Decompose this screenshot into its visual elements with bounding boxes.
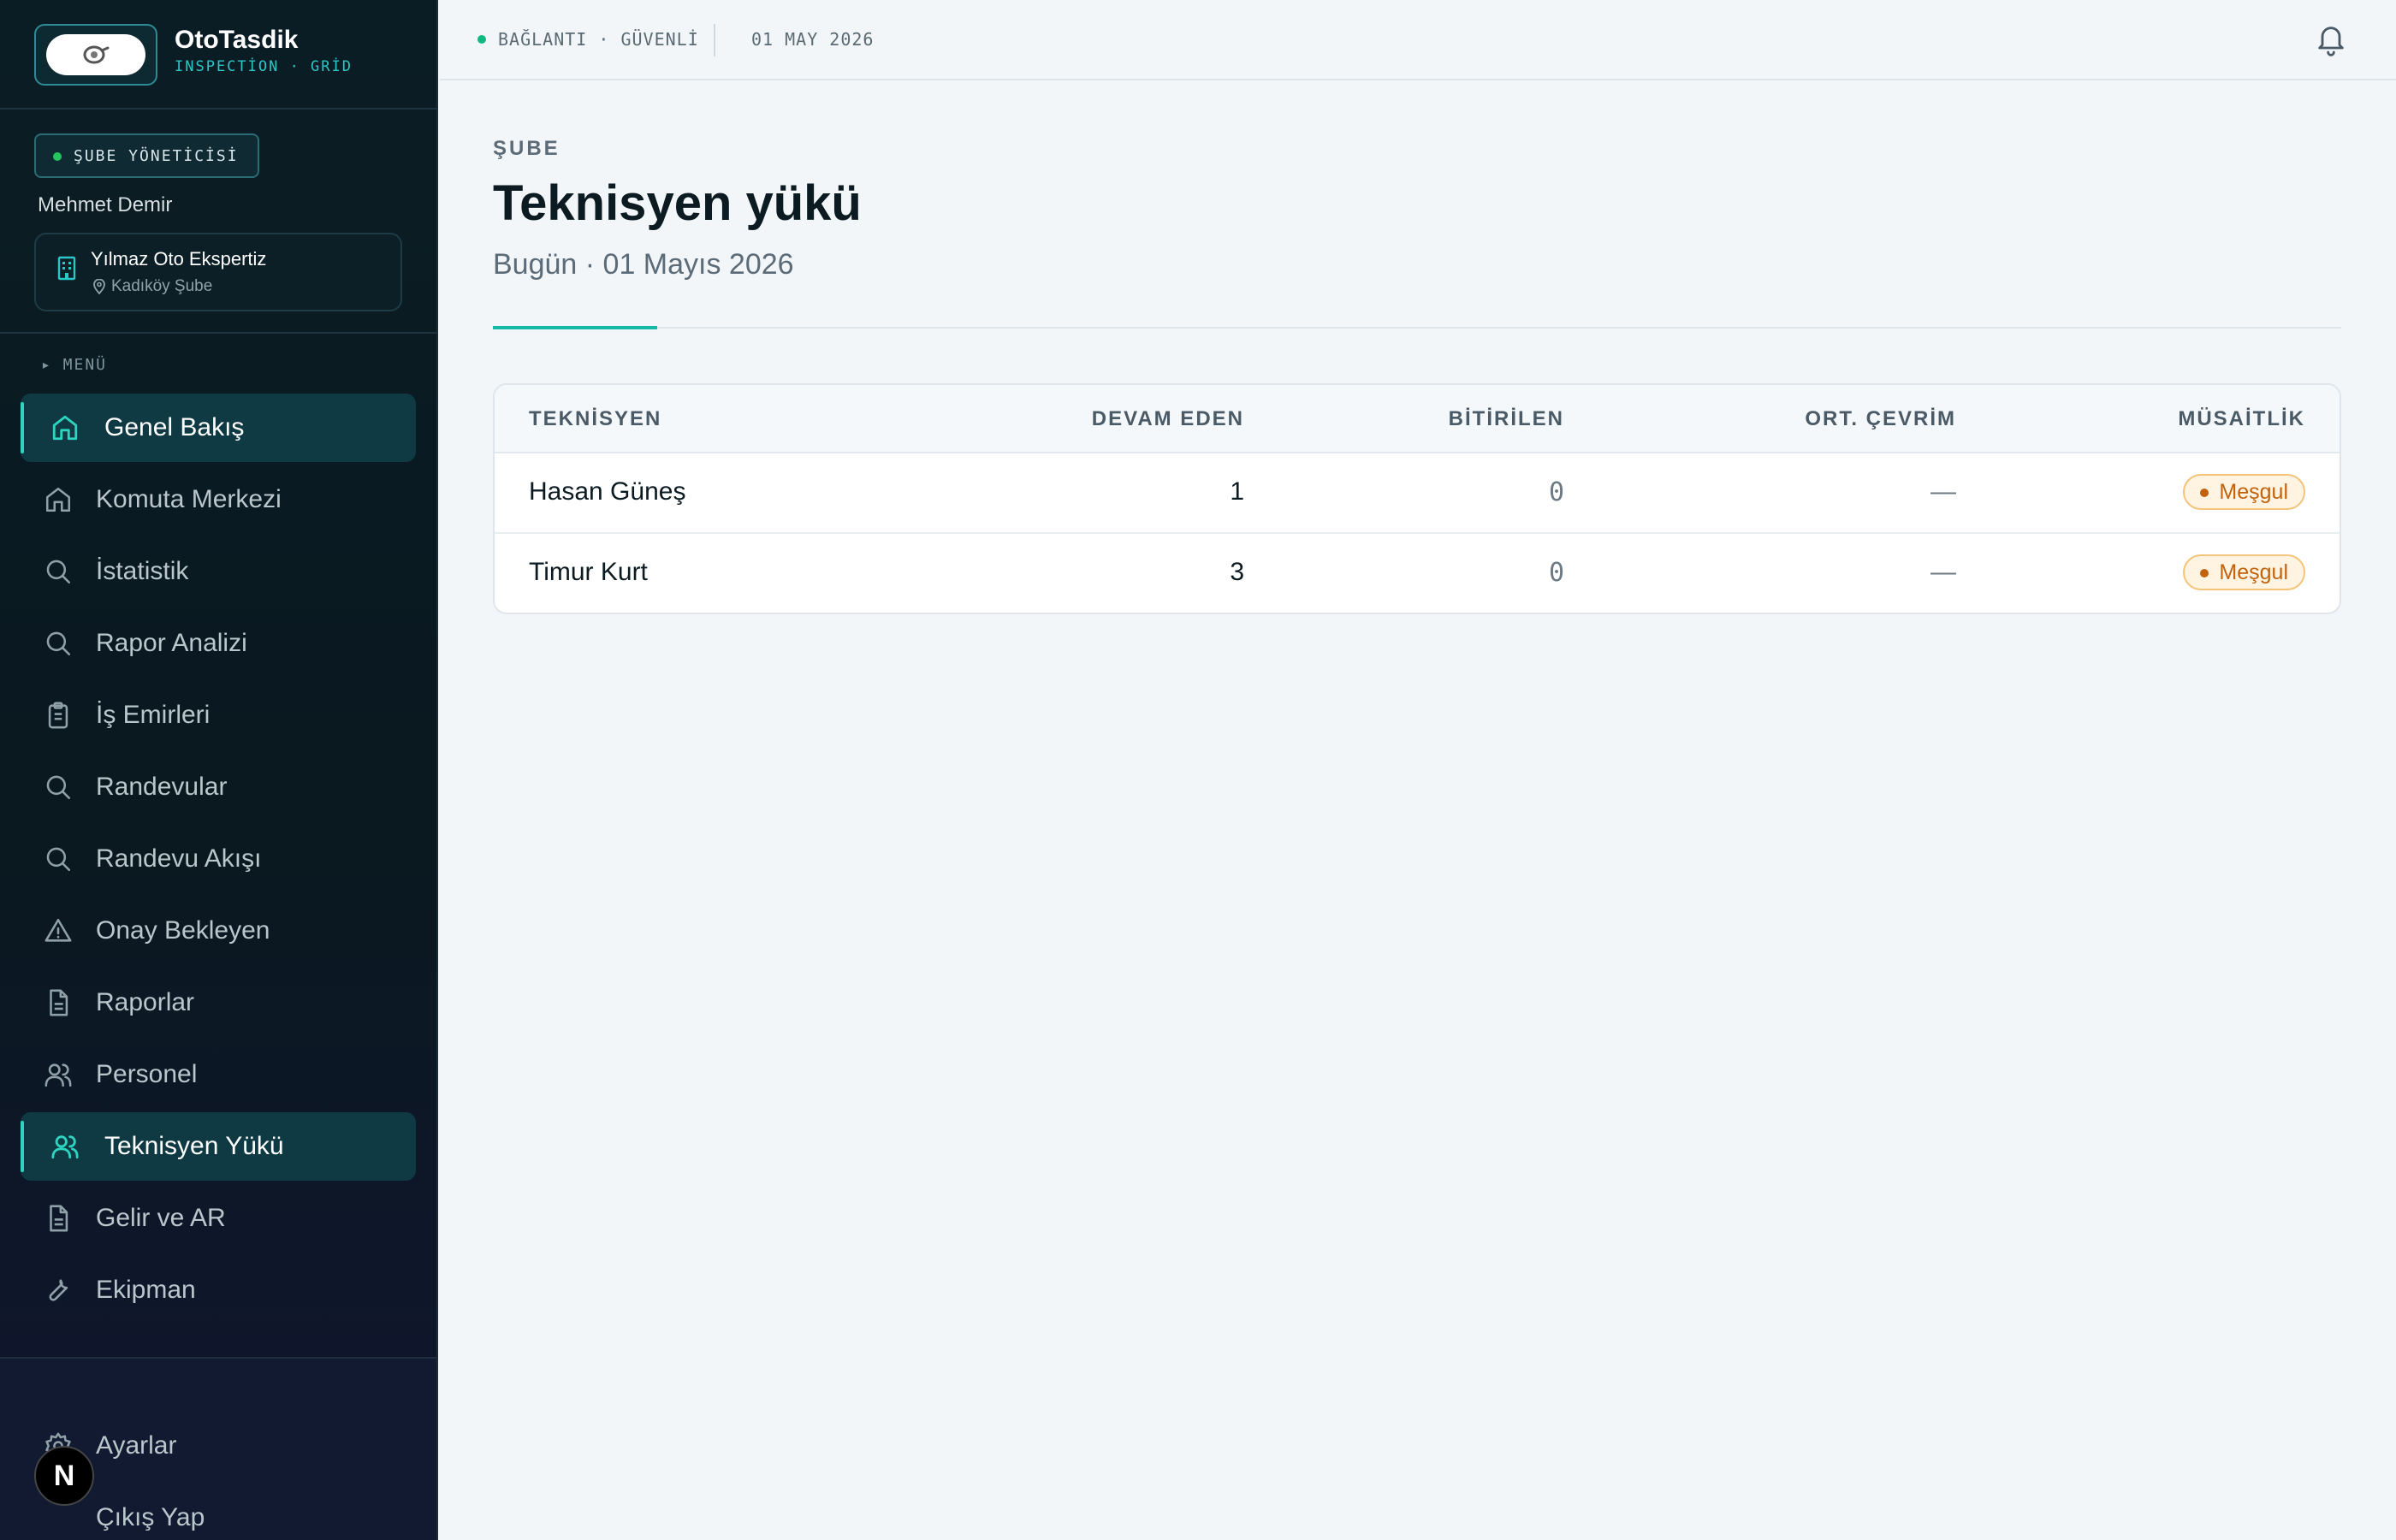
brand-header: OtoTasdik INSPECTİON · GRİD: [0, 0, 436, 110]
role-badge: ŞUBE YÖNETİCİSİ: [34, 133, 259, 178]
finished-count: 0: [1548, 558, 1564, 588]
status-dot: [477, 35, 486, 44]
topbar: BAĞLANTI · GÜVENLİ 01 MAY 2026: [440, 0, 2396, 80]
menu-label: ▸ MENÜ: [41, 356, 108, 374]
users-icon: [41, 1057, 75, 1092]
divider: [0, 332, 436, 334]
ongoing-count: 1: [1230, 477, 1244, 506]
notifications-button[interactable]: [2314, 22, 2348, 61]
divider-accent: [493, 326, 657, 329]
column-header-ongoing[interactable]: DEVAM EDEN: [1092, 407, 1244, 431]
ongoing-count: 3: [1230, 558, 1244, 586]
avg-cycle: —: [1930, 477, 1956, 506]
sidebar: OtoTasdik INSPECTİON · GRİD ŞUBE YÖNETİC…: [0, 0, 438, 1540]
sidebar-item-randevu-akisi[interactable]: Randevu Akışı: [21, 825, 416, 893]
users-icon: [48, 1129, 82, 1164]
page-subtitle: Bugün · 01 Mayıs 2026: [493, 248, 794, 281]
sidebar-item-komuta-merkezi[interactable]: Komuta Merkezi: [21, 465, 416, 534]
clipboard-icon: [41, 698, 75, 732]
search-icon: [41, 770, 75, 804]
column-header-technician[interactable]: TEKNİSYEN: [529, 407, 661, 431]
branch-name: Yılmaz Oto Ekspertiz: [91, 248, 267, 270]
status-badge: Meşgul: [2183, 474, 2305, 510]
user-name: Mehmet Demir: [38, 193, 173, 216]
home-icon: [48, 411, 82, 445]
brand-subtitle: INSPECTİON · GRİD: [175, 58, 353, 75]
sidebar-item-genel-bakis[interactable]: Genel Bakış: [21, 394, 416, 462]
brand-name: OtoTasdik: [175, 26, 299, 54]
column-header-finished[interactable]: BİTİRİLEN: [1449, 407, 1564, 431]
table-row[interactable]: Timur Kurt 3 0 — Meşgul: [495, 534, 2340, 613]
divider: [714, 24, 715, 56]
brand-logo[interactable]: [34, 24, 157, 86]
connection-status: BAĞLANTI · GÜVENLİ: [477, 29, 699, 50]
map-pin-icon: [93, 279, 105, 294]
file-icon: [41, 986, 75, 1020]
page-eyebrow: ŞUBE: [493, 137, 560, 160]
avatar[interactable]: N: [34, 1446, 94, 1506]
sidebar-item-raporlar[interactable]: Raporlar: [21, 968, 416, 1037]
technician-load-table: TEKNİSYEN DEVAM EDEN BİTİRİLEN ORT. ÇEVR…: [493, 383, 2341, 614]
column-header-avg-cycle[interactable]: ORT. ÇEVRİM: [1805, 407, 1956, 431]
sidebar-item-istatistik[interactable]: İstatistik: [21, 537, 416, 606]
status-dot: [53, 152, 62, 161]
table-header: TEKNİSYEN DEVAM EDEN BİTİRİLEN ORT. ÇEVR…: [495, 385, 2340, 453]
building-icon: [57, 256, 76, 281]
branch-location: Kadıköy Şube: [92, 277, 212, 296]
technician-name: Timur Kurt: [529, 558, 648, 586]
wrench-icon: [41, 1273, 75, 1307]
sidebar-item-teknisyen-yuku[interactable]: Teknisyen Yükü: [21, 1112, 416, 1181]
sidebar-item-randevular[interactable]: Randevular: [21, 753, 416, 821]
avg-cycle: —: [1930, 558, 1956, 586]
file-icon: [41, 1201, 75, 1235]
page-title: Teknisyen yükü: [493, 175, 862, 231]
status-badge: Meşgul: [2183, 554, 2305, 590]
finished-count: 0: [1548, 477, 1564, 507]
car-logo-icon: [83, 45, 110, 64]
sidebar-item-rapor-analizi[interactable]: Rapor Analizi: [21, 609, 416, 678]
top-date: 01 MAY 2026: [751, 29, 875, 50]
branch-card[interactable]: Yılmaz Oto Ekspertiz Kadıköy Şube: [34, 233, 402, 311]
home-icon: [41, 483, 75, 517]
status-dot: [2200, 489, 2209, 497]
bell-icon: [2318, 27, 2344, 56]
warning-icon: [41, 914, 75, 948]
logout-icon: [41, 1501, 75, 1535]
sidebar-item-personel[interactable]: Personel: [21, 1040, 416, 1109]
search-icon: [41, 842, 75, 876]
sidebar-item-onay-bekleyen[interactable]: Onay Bekleyen: [21, 897, 416, 965]
divider: [493, 327, 2341, 329]
search-icon: [41, 626, 75, 660]
sidebar-item-ekipman[interactable]: Ekipman: [21, 1256, 416, 1324]
sidebar-item-is-emirleri[interactable]: İş Emirleri: [21, 681, 416, 749]
table-row[interactable]: Hasan Güneş 1 0 — Meşgul: [495, 453, 2340, 534]
sidebar-item-gelir-ve-ar[interactable]: Gelir ve AR: [21, 1184, 416, 1253]
column-header-availability[interactable]: MÜSAİTLİK: [2178, 407, 2305, 431]
search-icon: [41, 554, 75, 589]
status-dot: [2200, 569, 2209, 578]
technician-name: Hasan Güneş: [529, 477, 686, 506]
